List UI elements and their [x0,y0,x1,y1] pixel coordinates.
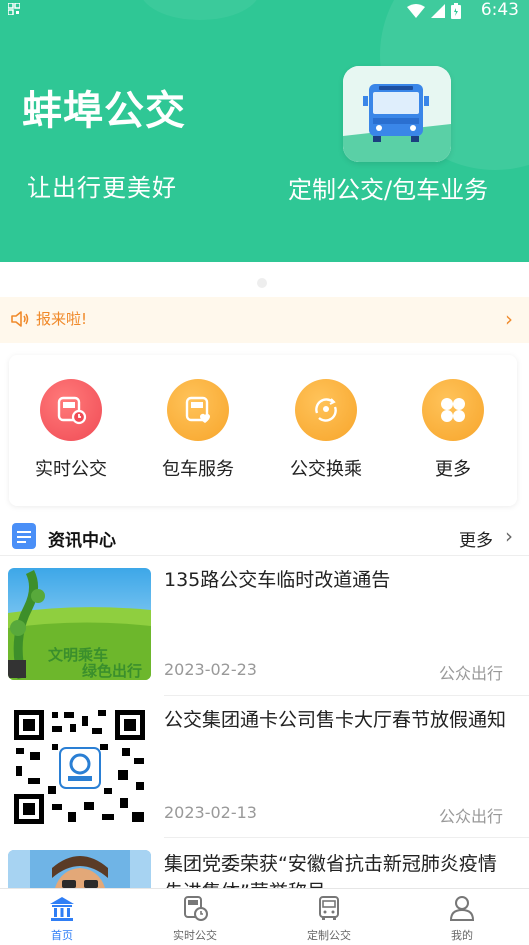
quick-action-charter[interactable]: 包车服务 [148,379,248,481]
chevron-right-icon[interactable]: › [505,524,513,548]
clock: 6:43 [480,0,519,20]
battery-icon [451,3,461,19]
bus-icon [319,896,339,920]
quick-action-realtime-bus[interactable]: 实时公交 [21,379,121,481]
charter-bus-icon [167,379,229,441]
bus-illustration-icon [343,66,451,162]
news-more-link[interactable]: 更多 [459,526,493,551]
banner-slogan: 让出行更美好 [27,174,177,202]
news-section-header: 资讯中心 更多 › [0,518,529,556]
quick-action-label: 公交换乘 [290,459,362,480]
notice-text: 报来啦! [36,310,88,328]
custom-bus-card[interactable] [343,66,451,162]
tab-custom-bus[interactable]: 定制公交 [279,895,379,943]
status-bar: 6:43 [0,0,529,22]
tab-home[interactable]: 首页 [12,895,112,943]
transfer-icon [295,379,357,441]
hero-banner[interactable]: 6:43 蚌埠公交 让出行更美好 定制公交/包车业务 [0,0,529,262]
news-title: 集团党委荣获“安徽省抗击新冠肺炎疫情先进集体”荣誉称号 [164,853,497,888]
news-section-title: 资讯中心 [48,531,116,551]
bank-home-icon [50,897,74,921]
news-item[interactable]: 文明乘车 绿色出行 135路公交车临时改道通告 2023-02-23 公众出行 [0,556,529,696]
notice-bar[interactable]: 报来啦! › [0,297,529,343]
notification-icon [8,3,20,15]
realtime-bus-icon [184,896,208,921]
news-title: 135路公交车临时改道通告 [164,569,391,591]
realtime-bus-icon [40,379,102,441]
carousel-indicator [257,278,267,288]
person-icon [449,896,475,921]
bottom-navigation: 首页 实时公交 定制公交 我的 [0,888,529,945]
news-date: 2023-02-23 [164,660,257,679]
quick-action-transfer[interactable]: 公交换乘 [276,379,376,481]
custom-bus-label[interactable]: 定制公交/包车业务 [288,170,488,205]
document-icon [12,523,36,549]
tab-mine[interactable]: 我的 [412,895,512,943]
news-source: 公众出行 [438,664,503,683]
app-title: 蚌埠公交 [22,88,186,134]
tab-label: 实时公交 [173,929,217,942]
news-title: 公交集团通卡公司售卡大厅春节放假通知 [164,709,507,731]
tab-realtime-bus[interactable]: 实时公交 [145,895,245,943]
qr-code-image [12,708,147,826]
thumb-caption: 绿色出行 [82,662,142,680]
quick-actions-card: 实时公交 包车服务 公交换乘 更多 [9,355,517,506]
news-thumbnail: 文明乘车 绿色出行 [8,568,151,680]
home-screen: 6:43 蚌埠公交 让出行更美好 定制公交/包车业务 报来啦! › 实时公交 包… [0,0,529,945]
news-date: 2023-02-13 [164,803,257,822]
news-item[interactable]: 公交集团通卡公司售卡大厅春节放假通知 2023-02-13 公众出行 [0,696,529,838]
news-item[interactable]: 集团党委荣获“安徽省抗击新冠肺炎疫情先进集体”荣誉称号 [0,838,529,888]
quick-action-more[interactable]: 更多 [403,379,503,481]
status-icons [407,3,461,19]
chevron-right-icon: › [505,307,513,331]
speaker-icon [11,311,29,327]
quick-action-label: 包车服务 [162,459,234,480]
tab-label: 定制公交 [307,929,351,942]
news-thumbnail [8,850,151,888]
signal-icon [431,4,445,18]
tab-label: 我的 [451,929,473,942]
quick-action-label: 更多 [435,459,471,480]
tab-label: 首页 [51,929,73,942]
wifi-icon [407,4,425,18]
quick-action-label: 实时公交 [35,459,107,480]
more-grid-icon [422,379,484,441]
news-source: 公众出行 [438,807,503,826]
